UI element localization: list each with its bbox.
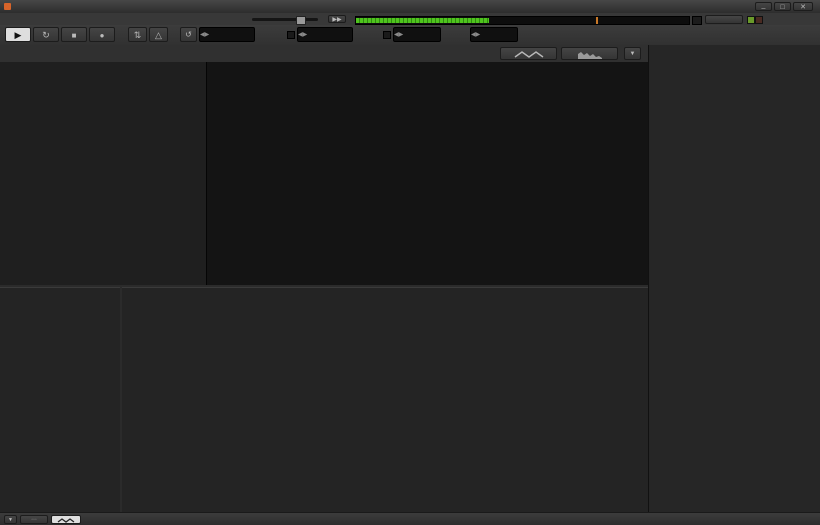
spectrum-bars-icon	[577, 50, 603, 59]
midi-out-led	[755, 16, 763, 24]
scopes-zigzag-icon	[514, 50, 544, 59]
pattern-editor-panel	[207, 62, 648, 285]
prehear-volume-slider[interactable]	[252, 18, 318, 21]
transport-bar: ▶ ↻ ■ ● ⇅ △ ↺ ◀▶ ◀▶ ◀▶ ◀▶	[0, 25, 820, 46]
stepper-arrows-icon[interactable]: ◀▶	[394, 32, 403, 38]
stepper-arrows-icon[interactable]: ◀▶	[200, 32, 209, 38]
lpb-toggle[interactable]	[383, 31, 391, 39]
right-side-panel	[648, 45, 820, 525]
metronome-button[interactable]: △	[149, 27, 168, 42]
renoise-window: _ □ ✕ ▶▶ ▶ ↻ ■ ● ⇅ △ ↺ ◀▶	[0, 0, 820, 525]
lpb-value[interactable]: ◀▶	[393, 27, 441, 42]
octave-value[interactable]: ◀▶	[470, 27, 518, 42]
master-level-meter	[355, 16, 690, 25]
midi-in-led	[747, 16, 755, 24]
automation-parameter-panel	[0, 287, 120, 513]
bpm-toggle[interactable]	[287, 31, 295, 39]
block-loop-size[interactable]: ◀▶	[199, 27, 255, 42]
stop-button[interactable]: ■	[61, 27, 87, 42]
track-scopes-button[interactable]	[500, 47, 557, 60]
stepper-arrows-icon[interactable]: ◀▶	[471, 32, 480, 38]
automation-view-button[interactable]	[51, 515, 81, 524]
clip-indicator	[692, 16, 702, 25]
title-bar: _ □ ✕	[0, 0, 820, 14]
app-icon	[4, 3, 11, 10]
track-dsps-view-button[interactable]: ▫▫▫	[20, 515, 48, 524]
block-loop-button[interactable]: ↺	[180, 27, 197, 42]
lower-frame-dropdown[interactable]: ▼	[4, 515, 17, 524]
maximize-button[interactable]: □	[774, 2, 791, 11]
volume-slider-handle[interactable]	[296, 16, 306, 25]
record-button[interactable]: ●	[89, 27, 115, 42]
stepper-arrows-icon[interactable]: ◀▶	[298, 32, 307, 38]
minimize-button[interactable]: _	[755, 2, 772, 11]
follow-player-button[interactable]: ⇅	[128, 27, 147, 42]
meter-expand-button[interactable]: ▶▶	[328, 15, 346, 23]
meter-fill	[356, 18, 489, 23]
midi-map-button[interactable]	[705, 15, 743, 24]
spectrum-button[interactable]	[561, 47, 618, 60]
scopes-options-dropdown[interactable]: ▼	[624, 47, 641, 60]
play-button[interactable]: ▶	[5, 27, 31, 42]
automation-zigzag-icon	[57, 517, 75, 524]
close-button[interactable]: ✕	[793, 2, 813, 11]
loop-pattern-button[interactable]: ↻	[33, 27, 59, 42]
bpm-value[interactable]: ◀▶	[297, 27, 353, 42]
meter-peak-marker	[596, 17, 598, 24]
pattern-matrix-panel	[0, 62, 207, 285]
lower-status-bar: ▼ ▫▫▫	[0, 512, 820, 525]
automation-editor-panel	[122, 287, 648, 513]
